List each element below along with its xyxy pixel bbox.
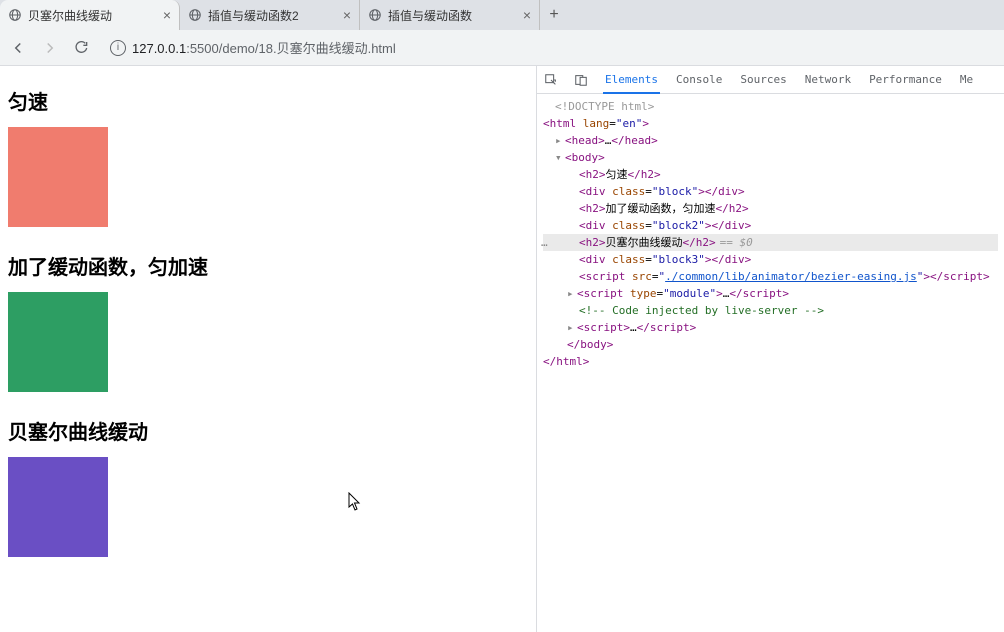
heading-easing: 加了缓动函数，匀加速 (8, 251, 528, 280)
device-toggle-icon[interactable] (573, 72, 589, 88)
forward-button[interactable] (40, 38, 60, 58)
tab-performance[interactable]: Performance (867, 67, 944, 92)
close-icon[interactable]: × (523, 7, 531, 23)
browser-toolbar: i 127.0.0.1:5500/demo/18.贝塞尔曲线缓动.html (0, 30, 1004, 66)
expand-icon[interactable]: ▸ (567, 319, 577, 336)
address-bar[interactable]: i 127.0.0.1:5500/demo/18.贝塞尔曲线缓动.html (104, 38, 996, 57)
devtools-tabbar: Elements Console Sources Network Perform… (537, 66, 1004, 94)
inspect-icon[interactable] (543, 72, 559, 88)
globe-icon (188, 8, 202, 22)
url-path: /demo/18.贝塞尔曲线缓动.html (219, 41, 396, 56)
close-icon[interactable]: × (163, 7, 171, 23)
tab-title: 贝塞尔曲线缓动 (28, 7, 112, 24)
tab-more[interactable]: Me (958, 67, 975, 92)
back-button[interactable] (8, 38, 28, 58)
block-easing (8, 292, 108, 392)
tab-elements[interactable]: Elements (603, 67, 660, 94)
devtools-panel: Elements Console Sources Network Perform… (536, 66, 1004, 632)
page-content: 匀速 加了缓动函数，匀加速 贝塞尔曲线缓动 (0, 66, 536, 632)
url-port: :5500 (186, 41, 219, 56)
dom-tree[interactable]: <!DOCTYPE html> <html lang="en"> ▸<head>… (537, 94, 1004, 632)
url-host: 127.0.0.1 (132, 41, 186, 56)
reload-button[interactable] (72, 38, 92, 58)
block-bezier (8, 457, 108, 557)
doctype-node: <!DOCTYPE html> (555, 100, 654, 113)
expand-icon[interactable]: ▸ (555, 132, 565, 149)
globe-icon (368, 8, 382, 22)
heading-linear: 匀速 (8, 86, 528, 115)
info-icon[interactable]: i (110, 40, 126, 56)
globe-icon (8, 8, 22, 22)
heading-bezier: 贝塞尔曲线缓动 (8, 416, 528, 445)
browser-tabstrip: 贝塞尔曲线缓动 × 插值与缓动函数2 × 插值与缓动函数 × + (0, 0, 1004, 30)
browser-tab[interactable]: 插值与缓动函数 × (360, 0, 540, 30)
close-icon[interactable]: × (343, 7, 351, 23)
tab-sources[interactable]: Sources (738, 67, 788, 92)
new-tab-button[interactable]: + (540, 6, 568, 24)
expand-icon[interactable]: ▸ (567, 285, 577, 302)
comment-node: <!-- Code injected by live-server --> (579, 304, 824, 317)
browser-tab[interactable]: 插值与缓动函数2 × (180, 0, 360, 30)
collapse-icon[interactable]: ▾ (555, 149, 565, 166)
tab-console[interactable]: Console (674, 67, 724, 92)
tab-title: 插值与缓动函数 (388, 7, 472, 24)
selected-dom-node[interactable]: …<h2>贝塞尔曲线缓动</h2>== $0 (543, 234, 998, 251)
browser-tab[interactable]: 贝塞尔曲线缓动 × (0, 0, 180, 30)
tab-network[interactable]: Network (803, 67, 853, 92)
block-linear (8, 127, 108, 227)
tab-title: 插值与缓动函数2 (208, 7, 299, 24)
